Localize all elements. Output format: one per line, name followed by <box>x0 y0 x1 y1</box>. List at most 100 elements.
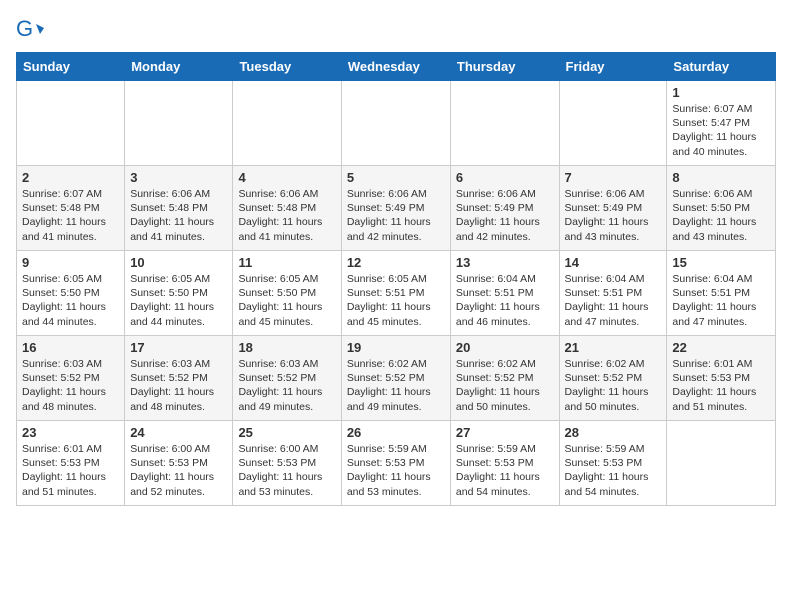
day-number: 3 <box>130 170 227 185</box>
day-info: Sunrise: 6:05 AM Sunset: 5:50 PM Dayligh… <box>238 272 335 329</box>
day-info: Sunrise: 6:01 AM Sunset: 5:53 PM Dayligh… <box>22 442 119 499</box>
calendar-cell: 17Sunrise: 6:03 AM Sunset: 5:52 PM Dayli… <box>125 336 233 421</box>
day-number: 6 <box>456 170 554 185</box>
calendar-cell: 9 Sunrise: 6:05 AM Sunset: 5:50 PM Daylig… <box>17 251 125 336</box>
day-info: Sunrise: 6:06 AM Sunset: 5:50 PM Dayligh… <box>672 187 770 244</box>
calendar-header-monday: Monday <box>125 53 233 81</box>
calendar-cell: 13 Sunrise: 6:04 AM Sunset: 5:51 PM Dayli… <box>450 251 559 336</box>
calendar-cell: 11 Sunrise: 6:05 AM Sunset: 5:50 PM Dayli… <box>233 251 341 336</box>
day-number: 18 <box>238 340 335 355</box>
day-number: 1 <box>672 85 770 100</box>
calendar-cell: 20Sunrise: 6:02 AM Sunset: 5:52 PM Dayli… <box>450 336 559 421</box>
day-number: 10 <box>130 255 227 270</box>
day-number: 12 <box>347 255 445 270</box>
calendar-cell: 8 Sunrise: 6:06 AM Sunset: 5:50 PM Daylig… <box>667 166 776 251</box>
day-number: 13 <box>456 255 554 270</box>
day-number: 17 <box>130 340 227 355</box>
day-number: 4 <box>238 170 335 185</box>
day-info: Sunrise: 6:06 AM Sunset: 5:48 PM Dayligh… <box>238 187 335 244</box>
day-info: Sunrise: 6:02 AM Sunset: 5:52 PM Dayligh… <box>456 357 554 414</box>
day-info: Sunrise: 6:04 AM Sunset: 5:51 PM Dayligh… <box>456 272 554 329</box>
calendar-cell: 2 Sunrise: 6:07 AM Sunset: 5:48 PM Daylig… <box>17 166 125 251</box>
calendar-cell: 5 Sunrise: 6:06 AM Sunset: 5:49 PM Daylig… <box>341 166 450 251</box>
calendar-cell: 3 Sunrise: 6:06 AM Sunset: 5:48 PM Daylig… <box>125 166 233 251</box>
day-number: 14 <box>565 255 662 270</box>
day-info: Sunrise: 6:05 AM Sunset: 5:50 PM Dayligh… <box>22 272 119 329</box>
calendar-cell: 18 Sunrise: 6:03 AM Sunset: 5:52 PM Dayli… <box>233 336 341 421</box>
day-number: 28 <box>565 425 662 440</box>
svg-text:G: G <box>16 16 33 41</box>
day-number: 16 <box>22 340 119 355</box>
calendar-cell <box>233 81 341 166</box>
calendar-cell <box>125 81 233 166</box>
calendar-week-row: 9 Sunrise: 6:05 AM Sunset: 5:50 PM Daylig… <box>17 251 776 336</box>
day-info: Sunrise: 6:06 AM Sunset: 5:49 PM Dayligh… <box>347 187 445 244</box>
day-number: 15 <box>672 255 770 270</box>
calendar-cell: 10 Sunrise: 6:05 AM Sunset: 5:50 PM Dayli… <box>125 251 233 336</box>
calendar-cell: 16Sunrise: 6:03 AM Sunset: 5:52 PM Dayli… <box>17 336 125 421</box>
day-number: 19 <box>347 340 445 355</box>
day-number: 22 <box>672 340 770 355</box>
day-number: 11 <box>238 255 335 270</box>
day-info: Sunrise: 6:05 AM Sunset: 5:50 PM Dayligh… <box>130 272 227 329</box>
calendar-cell: 21 Sunrise: 6:02 AM Sunset: 5:52 PM Dayli… <box>559 336 667 421</box>
calendar-cell <box>17 81 125 166</box>
logo-icon: G <box>16 16 44 44</box>
day-number: 26 <box>347 425 445 440</box>
day-info: Sunrise: 6:02 AM Sunset: 5:52 PM Dayligh… <box>565 357 662 414</box>
day-info: Sunrise: 6:06 AM Sunset: 5:49 PM Dayligh… <box>456 187 554 244</box>
day-number: 27 <box>456 425 554 440</box>
day-info: Sunrise: 6:04 AM Sunset: 5:51 PM Dayligh… <box>565 272 662 329</box>
calendar-header-thursday: Thursday <box>450 53 559 81</box>
day-number: 23 <box>22 425 119 440</box>
logo: G <box>16 16 48 44</box>
day-info: Sunrise: 6:03 AM Sunset: 5:52 PM Dayligh… <box>238 357 335 414</box>
day-number: 21 <box>565 340 662 355</box>
calendar-cell: 12 Sunrise: 6:05 AM Sunset: 5:51 PM Dayli… <box>341 251 450 336</box>
day-info: Sunrise: 6:06 AM Sunset: 5:49 PM Dayligh… <box>565 187 662 244</box>
day-info: Sunrise: 6:04 AM Sunset: 5:51 PM Dayligh… <box>672 272 770 329</box>
calendar-week-row: 23 Sunrise: 6:01 AM Sunset: 5:53 PM Dayli… <box>17 421 776 506</box>
calendar-cell: 1 Sunrise: 6:07 AM Sunset: 5:47 PM Daylig… <box>667 81 776 166</box>
calendar-cell: 23 Sunrise: 6:01 AM Sunset: 5:53 PM Dayli… <box>17 421 125 506</box>
calendar-header-row: SundayMondayTuesdayWednesdayThursdayFrid… <box>17 53 776 81</box>
calendar-cell: 7Sunrise: 6:06 AM Sunset: 5:49 PM Daylig… <box>559 166 667 251</box>
calendar-header-sunday: Sunday <box>17 53 125 81</box>
calendar-week-row: 2 Sunrise: 6:07 AM Sunset: 5:48 PM Daylig… <box>17 166 776 251</box>
calendar-week-row: 1 Sunrise: 6:07 AM Sunset: 5:47 PM Daylig… <box>17 81 776 166</box>
day-info: Sunrise: 5:59 AM Sunset: 5:53 PM Dayligh… <box>565 442 662 499</box>
day-info: Sunrise: 6:05 AM Sunset: 5:51 PM Dayligh… <box>347 272 445 329</box>
calendar-header-friday: Friday <box>559 53 667 81</box>
day-number: 24 <box>130 425 227 440</box>
day-info: Sunrise: 6:07 AM Sunset: 5:47 PM Dayligh… <box>672 102 770 159</box>
calendar-cell: 25 Sunrise: 6:00 AM Sunset: 5:53 PM Dayli… <box>233 421 341 506</box>
calendar-table: SundayMondayTuesdayWednesdayThursdayFrid… <box>16 52 776 506</box>
day-info: Sunrise: 5:59 AM Sunset: 5:53 PM Dayligh… <box>347 442 445 499</box>
day-info: Sunrise: 6:02 AM Sunset: 5:52 PM Dayligh… <box>347 357 445 414</box>
page-header: G <box>16 16 776 44</box>
calendar-cell: 28 Sunrise: 5:59 AM Sunset: 5:53 PM Dayli… <box>559 421 667 506</box>
calendar-cell <box>450 81 559 166</box>
day-info: Sunrise: 6:01 AM Sunset: 5:53 PM Dayligh… <box>672 357 770 414</box>
calendar-cell: 4 Sunrise: 6:06 AM Sunset: 5:48 PM Daylig… <box>233 166 341 251</box>
day-info: Sunrise: 6:00 AM Sunset: 5:53 PM Dayligh… <box>238 442 335 499</box>
day-number: 5 <box>347 170 445 185</box>
day-info: Sunrise: 5:59 AM Sunset: 5:53 PM Dayligh… <box>456 442 554 499</box>
calendar-cell: 24 Sunrise: 6:00 AM Sunset: 5:53 PM Dayli… <box>125 421 233 506</box>
calendar-header-tuesday: Tuesday <box>233 53 341 81</box>
calendar-cell: 26 Sunrise: 5:59 AM Sunset: 5:53 PM Dayli… <box>341 421 450 506</box>
calendar-cell: 27 Sunrise: 5:59 AM Sunset: 5:53 PM Dayli… <box>450 421 559 506</box>
calendar-cell: 15 Sunrise: 6:04 AM Sunset: 5:51 PM Dayli… <box>667 251 776 336</box>
day-info: Sunrise: 6:06 AM Sunset: 5:48 PM Dayligh… <box>130 187 227 244</box>
day-info: Sunrise: 6:00 AM Sunset: 5:53 PM Dayligh… <box>130 442 227 499</box>
day-number: 9 <box>22 255 119 270</box>
day-number: 8 <box>672 170 770 185</box>
day-info: Sunrise: 6:07 AM Sunset: 5:48 PM Dayligh… <box>22 187 119 244</box>
day-number: 25 <box>238 425 335 440</box>
calendar-cell: 6 Sunrise: 6:06 AM Sunset: 5:49 PM Daylig… <box>450 166 559 251</box>
calendar-header-wednesday: Wednesday <box>341 53 450 81</box>
calendar-cell: 22 Sunrise: 6:01 AM Sunset: 5:53 PM Dayli… <box>667 336 776 421</box>
calendar-cell <box>667 421 776 506</box>
calendar-cell: 19 Sunrise: 6:02 AM Sunset: 5:52 PM Dayli… <box>341 336 450 421</box>
day-number: 2 <box>22 170 119 185</box>
